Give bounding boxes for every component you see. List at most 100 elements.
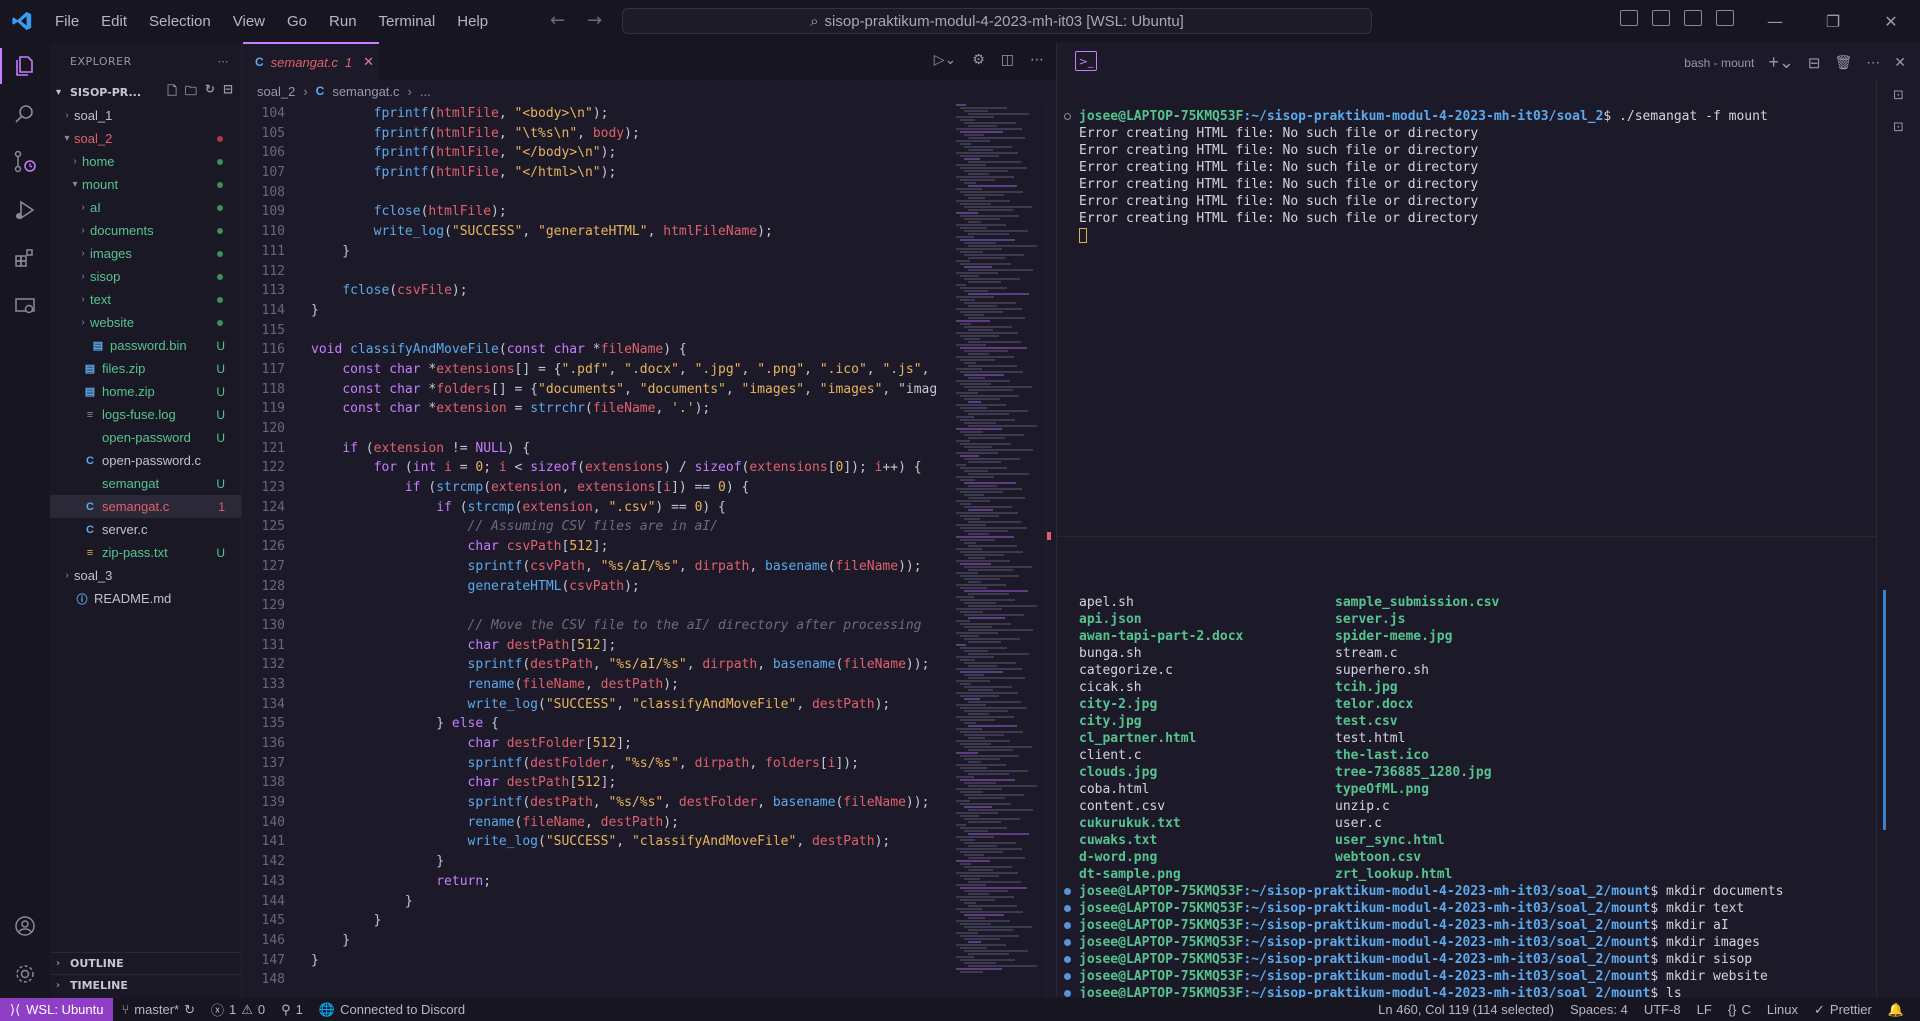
workspace-root-label: SISOP-PR... — [70, 85, 141, 99]
explorer-header: EXPLORER ⋯ — [50, 42, 241, 80]
file-semangat[interactable]: semangat U — [50, 472, 241, 495]
extensions-activity[interactable] — [0, 234, 50, 282]
folder-images[interactable]: › images — [50, 242, 241, 265]
folder-soal-2[interactable]: ▾ soal_2 — [50, 127, 241, 150]
line-number: 144 — [261, 893, 285, 909]
minimize-icon[interactable]: — — [1746, 0, 1804, 42]
menu-edit[interactable]: Edit — [90, 13, 138, 30]
menu-run[interactable]: Run — [318, 13, 368, 30]
breadcrumb-file[interactable]: semangat.c — [332, 84, 399, 99]
restore-icon[interactable]: ❐ — [1804, 0, 1862, 42]
command-center[interactable]: ⌕ sisop-praktikum-modul-4-2023-mh-it03 [… — [622, 8, 1372, 34]
new-folder-icon[interactable]: 🗀 — [185, 82, 197, 103]
file-server-c[interactable]: Cserver.c — [50, 518, 241, 541]
menu-terminal[interactable]: Terminal — [368, 13, 447, 30]
menu-help[interactable]: Help — [446, 13, 499, 30]
remote-indicator[interactable]: ⟩⟨ WSL: Ubuntu — [0, 998, 114, 1021]
folder-home[interactable]: › home — [50, 150, 241, 173]
customize-layout-icon[interactable] — [1716, 10, 1734, 26]
editor-scrollbar[interactable] — [1046, 104, 1056, 998]
cursor-position[interactable]: Ln 460, Col 119 (114 selected) — [1370, 998, 1562, 1021]
sync-icon[interactable]: ↻ — [184, 1002, 195, 1018]
line-number: 130 — [261, 617, 285, 633]
more-actions-icon[interactable]: ⋯ — [1030, 52, 1044, 68]
close-tab-icon[interactable]: ✕ — [363, 54, 374, 70]
language-mode[interactable]: {} C — [1720, 998, 1759, 1021]
code-line: 148 — [243, 970, 956, 990]
timeline-section[interactable]: › TIMELINE — [50, 974, 242, 996]
new-file-icon[interactable]: 🗋 — [167, 82, 177, 103]
terminal-pane-top[interactable]: josee@LAPTOP-75KMQ53F:~/sisop-praktikum-… — [1057, 108, 1877, 533]
code-line: 107 fprintf(htmlFile, "</html>\n"); — [243, 163, 956, 183]
tab-semangat-c[interactable]: C semangat.c 1 ✕ — [243, 42, 379, 80]
breadcrumb-symbol[interactable]: ... — [420, 84, 431, 99]
folder-ai[interactable]: › aI — [50, 196, 241, 219]
outline-section[interactable]: › OUTLINE — [50, 952, 242, 974]
breadcrumb-folder[interactable]: soal_2 — [257, 84, 295, 99]
toggle-secondary-sidebar-icon[interactable] — [1684, 10, 1702, 26]
prettier-indicator[interactable]: ✓ Prettier — [1806, 998, 1880, 1021]
terminal-instance-icon[interactable]: ⊡ — [1885, 88, 1913, 112]
folder-text[interactable]: › text — [50, 288, 241, 311]
file-home-zip[interactable]: ▤ home.zip U — [50, 380, 241, 403]
end-of-line[interactable]: LF — [1689, 998, 1720, 1021]
file-semangat-c[interactable]: Csemangat.c 1 — [50, 495, 241, 518]
workspace-root[interactable]: ▾ SISOP-PR... 🗋 🗀 ↻ ⊟ — [50, 80, 241, 104]
trash-icon[interactable]: 🗑 — [1834, 54, 1852, 71]
close-window-icon[interactable]: ✕ — [1862, 0, 1920, 42]
toggle-panel-icon[interactable] — [1652, 10, 1670, 26]
ports-indicator[interactable]: ⚲ 1 — [273, 998, 311, 1021]
encoding[interactable]: UTF-8 — [1636, 998, 1689, 1021]
back-arrow-icon[interactable]: ← — [550, 10, 565, 31]
file-password-bin[interactable]: ▤ password.bin U — [50, 334, 241, 357]
branch-indicator[interactable]: ⑂ master* ↻ — [113, 998, 203, 1021]
close-panel-icon[interactable]: ✕ — [1894, 54, 1906, 71]
terminal-icon[interactable]: >_ — [1075, 51, 1097, 71]
terminal-instance-icon[interactable]: ⊡ — [1885, 120, 1913, 144]
search-activity[interactable] — [0, 90, 50, 138]
more-actions-icon[interactable]: ⋯ — [218, 55, 230, 68]
discord-indicator[interactable]: 🌐 Connected to Discord — [311, 998, 473, 1021]
file-files-zip[interactable]: ▤ files.zip U — [50, 357, 241, 380]
menu-view[interactable]: View — [222, 13, 276, 30]
notifications-indicator[interactable]: 🔔 — [1880, 998, 1912, 1021]
split-editor-icon[interactable]: ◫ — [1001, 52, 1014, 68]
folder-website[interactable]: › website — [50, 311, 241, 334]
gear-icon[interactable]: ⚙ — [972, 52, 985, 68]
indentation[interactable]: Spaces: 4 — [1562, 998, 1636, 1021]
file-zip-pass-txt[interactable]: ≡ zip-pass.txt U — [50, 541, 241, 564]
accounts-activity[interactable] — [0, 902, 50, 950]
tree-item-label: zip-pass.txt — [102, 545, 168, 560]
file-open-password[interactable]: open-password U — [50, 426, 241, 449]
collapse-all-icon[interactable]: ⊟ — [223, 82, 233, 103]
source-control-activity[interactable] — [0, 138, 50, 186]
new-terminal-icon[interactable]: +⌄ — [1768, 52, 1794, 73]
forward-arrow-icon[interactable]: → — [587, 10, 602, 31]
file-readme-md[interactable]: ⓘ README.md — [50, 587, 241, 610]
more-actions-icon[interactable]: ⋯ — [1866, 54, 1880, 71]
folder-mount[interactable]: ▾ mount — [50, 173, 241, 196]
folder-soal-3[interactable]: › soal_3 — [50, 564, 241, 587]
terminal-pane-bottom[interactable]: apel.sh sample_submission.csv api.json serv… — [1057, 594, 1877, 998]
manage-activity[interactable] — [0, 950, 50, 998]
explorer-activity[interactable] — [0, 42, 50, 90]
minimap[interactable] — [956, 104, 1046, 998]
menu-selection[interactable]: Selection — [138, 13, 222, 30]
run-debug-activity[interactable] — [0, 186, 50, 234]
folder-documents[interactable]: › documents — [50, 219, 241, 242]
split-terminal-icon[interactable]: ⊟ — [1808, 54, 1821, 72]
refresh-icon[interactable]: ↻ — [205, 82, 215, 103]
menu-go[interactable]: Go — [276, 13, 318, 30]
os-indicator[interactable]: Linux — [1759, 998, 1806, 1021]
file-logs-fuse-log[interactable]: ≡ logs-fuse.log U — [50, 403, 241, 426]
menu-file[interactable]: File — [44, 13, 90, 30]
terminal-shell-label[interactable]: bash - mount — [1684, 56, 1754, 70]
remote-explorer-activity[interactable] — [0, 282, 50, 330]
folder-sisop[interactable]: › sisop — [50, 265, 241, 288]
toggle-sidebar-icon[interactable] — [1620, 10, 1638, 26]
run-icon[interactable]: ▷⌄ — [934, 52, 957, 68]
file-open-password-c[interactable]: Copen-password.c — [50, 449, 241, 472]
folder-soal-1[interactable]: › soal_1 — [50, 104, 241, 127]
problems-indicator[interactable]: ⓧ 1 ⚠ 0 — [203, 998, 273, 1021]
code-editor[interactable]: 104 fprintf(htmlFile, "<body>\n"); 105 fp… — [243, 104, 956, 998]
